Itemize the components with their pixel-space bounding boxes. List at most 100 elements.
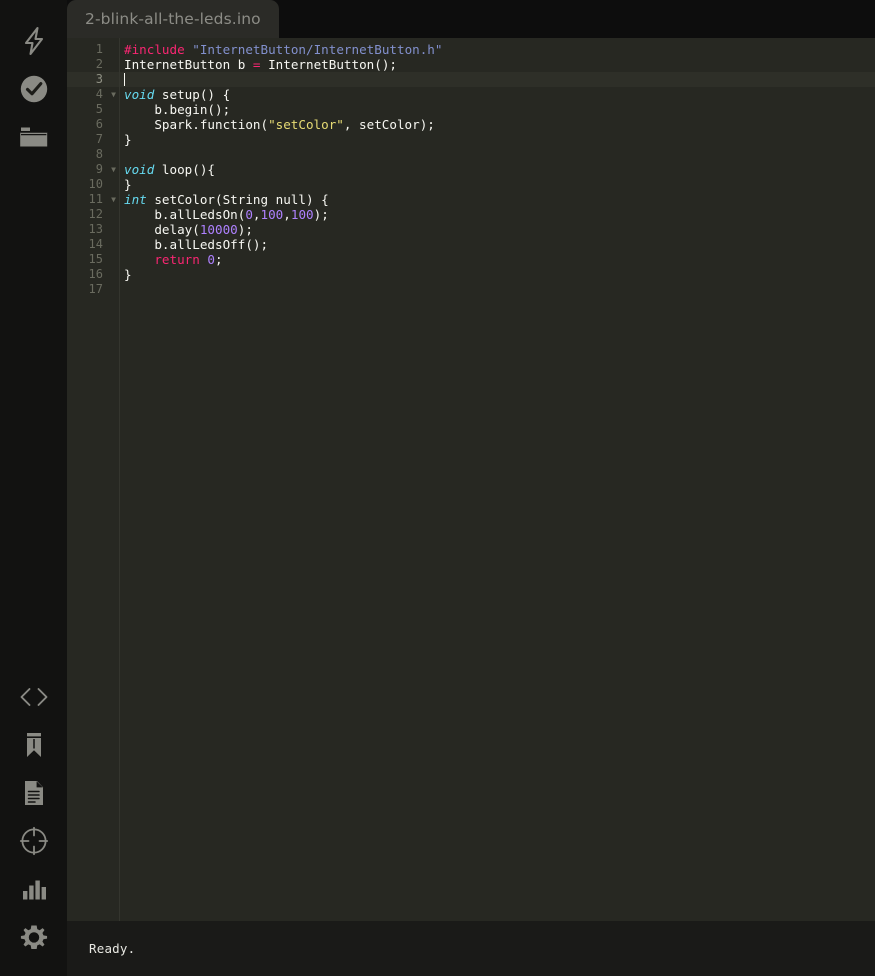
code-token: } xyxy=(124,177,132,192)
code-editor[interactable]: 1 2 3 4▼ 5 6 7 8 9▼ 10 11▼ 12 13 14 15 1… xyxy=(67,38,875,921)
flash-icon[interactable] xyxy=(11,18,57,64)
code-line: b.begin(); xyxy=(120,102,875,117)
gutter-line: 7 xyxy=(67,132,119,147)
rail-bottom-group xyxy=(0,674,67,962)
code-line: int setColor(String null) { xyxy=(120,192,875,207)
code-brackets-icon[interactable] xyxy=(11,674,57,720)
code-line: delay(10000); xyxy=(120,222,875,237)
chart-bar-icon[interactable] xyxy=(11,866,57,912)
ide-window: 2-blink-all-the-leds.ino 1 2 3 4▼ 5 6 7 … xyxy=(0,0,875,976)
code-line: #include "InternetButton/InternetButton.… xyxy=(120,42,875,57)
code-line: } xyxy=(120,177,875,192)
folder-icon-glyph xyxy=(18,123,50,151)
code-token: } xyxy=(124,132,132,147)
tab-sketch-file[interactable]: 2-blink-all-the-leds.ino xyxy=(67,0,279,38)
gutter-line: 10 xyxy=(67,177,119,192)
code-token: 100 xyxy=(261,207,284,222)
code-token: int xyxy=(124,192,147,207)
code-token: ); xyxy=(314,207,329,222)
code-token: 100 xyxy=(291,207,314,222)
verify-check-icon-glyph xyxy=(18,73,50,105)
code-line xyxy=(120,72,875,87)
code-token: b.allLedsOff(); xyxy=(124,237,268,252)
gutter-line: 11▼ xyxy=(67,192,119,207)
gutter-line: 9▼ xyxy=(67,162,119,177)
code-brackets-icon-glyph xyxy=(18,685,50,709)
chart-bar-icon-glyph xyxy=(19,876,49,902)
tab-bar: 2-blink-all-the-leds.ino xyxy=(67,0,875,38)
code-token: InternetButton b xyxy=(124,57,253,72)
status-bar: Ready. xyxy=(67,921,875,976)
code-token: 10000 xyxy=(200,222,238,237)
gutter-line: 14 xyxy=(67,237,119,252)
code-token: , xyxy=(283,207,291,222)
code-line: } xyxy=(120,267,875,282)
code-token: #include xyxy=(124,42,185,57)
gear-icon[interactable] xyxy=(11,914,57,960)
code-line: InternetButton b = InternetButton(); xyxy=(120,57,875,72)
code-token: b.begin(); xyxy=(124,102,230,117)
code-line: b.allLedsOn(0,100,100); xyxy=(120,207,875,222)
code-token: b.allLedsOn( xyxy=(124,207,245,222)
code-token: } xyxy=(124,267,132,282)
line-number-gutter: 1 2 3 4▼ 5 6 7 8 9▼ 10 11▼ 12 13 14 15 1… xyxy=(67,38,120,921)
code-line: void setup() { xyxy=(120,87,875,102)
document-icon-glyph xyxy=(21,778,47,808)
gutter-line: 4▼ xyxy=(67,87,119,102)
folder-icon[interactable] xyxy=(11,114,57,160)
code-line: return 0; xyxy=(120,252,875,267)
code-token: return xyxy=(124,252,200,267)
code-token: delay( xyxy=(124,222,200,237)
gutter-line: 12 xyxy=(67,207,119,222)
text-cursor xyxy=(124,73,125,86)
gutter-line: 5 xyxy=(67,102,119,117)
flash-icon-glyph xyxy=(20,26,48,56)
code-token: ); xyxy=(238,222,253,237)
code-content[interactable]: #include "InternetButton/InternetButton.… xyxy=(120,38,875,921)
code-line xyxy=(120,282,875,297)
fold-arrow-icon[interactable]: ▼ xyxy=(111,162,116,177)
verify-check-icon[interactable] xyxy=(11,66,57,112)
target-icon-glyph xyxy=(18,825,50,857)
fold-arrow-icon[interactable]: ▼ xyxy=(111,87,116,102)
main-pane: 2-blink-all-the-leds.ino 1 2 3 4▼ 5 6 7 … xyxy=(67,0,875,976)
code-token: = xyxy=(253,57,261,72)
bookmark-icon-glyph xyxy=(22,730,46,760)
target-icon[interactable] xyxy=(11,818,57,864)
fold-arrow-icon[interactable]: ▼ xyxy=(111,192,116,207)
gutter-line: 16 xyxy=(67,267,119,282)
code-line: } xyxy=(120,132,875,147)
code-token: 0 xyxy=(245,207,253,222)
gear-icon-glyph xyxy=(18,921,50,953)
gutter-line: 13 xyxy=(67,222,119,237)
tab-title: 2-blink-all-the-leds.ino xyxy=(85,10,261,28)
code-token: setup() { xyxy=(154,87,230,102)
code-token: Spark.function( xyxy=(124,117,268,132)
code-token: , setColor); xyxy=(344,117,435,132)
code-token: void xyxy=(124,87,154,102)
code-token: loop(){ xyxy=(154,162,215,177)
document-icon[interactable] xyxy=(11,770,57,816)
code-token: "InternetButton/InternetButton.h" xyxy=(192,42,442,57)
bookmark-icon[interactable] xyxy=(11,722,57,768)
code-token: , xyxy=(253,207,261,222)
code-line xyxy=(120,147,875,162)
gutter-line-active: 3 xyxy=(67,72,119,87)
code-token: InternetButton(); xyxy=(261,57,397,72)
code-token: 0 xyxy=(207,252,215,267)
gutter-line: 2 xyxy=(67,57,119,72)
gutter-line: 15 xyxy=(67,252,119,267)
code-token: setColor(String null) { xyxy=(147,192,329,207)
code-token: "setColor" xyxy=(268,117,344,132)
code-line: Spark.function("setColor", setColor); xyxy=(120,117,875,132)
gutter-line: 1 xyxy=(67,42,119,57)
gutter-line: 6 xyxy=(67,117,119,132)
left-icon-rail xyxy=(0,0,67,976)
rail-top-group xyxy=(11,18,57,162)
code-token: void xyxy=(124,162,154,177)
code-token: ; xyxy=(215,252,223,267)
gutter-line: 8 xyxy=(67,147,119,162)
code-line: b.allLedsOff(); xyxy=(120,237,875,252)
status-message: Ready. xyxy=(89,941,135,956)
gutter-line: 17 xyxy=(67,282,119,297)
